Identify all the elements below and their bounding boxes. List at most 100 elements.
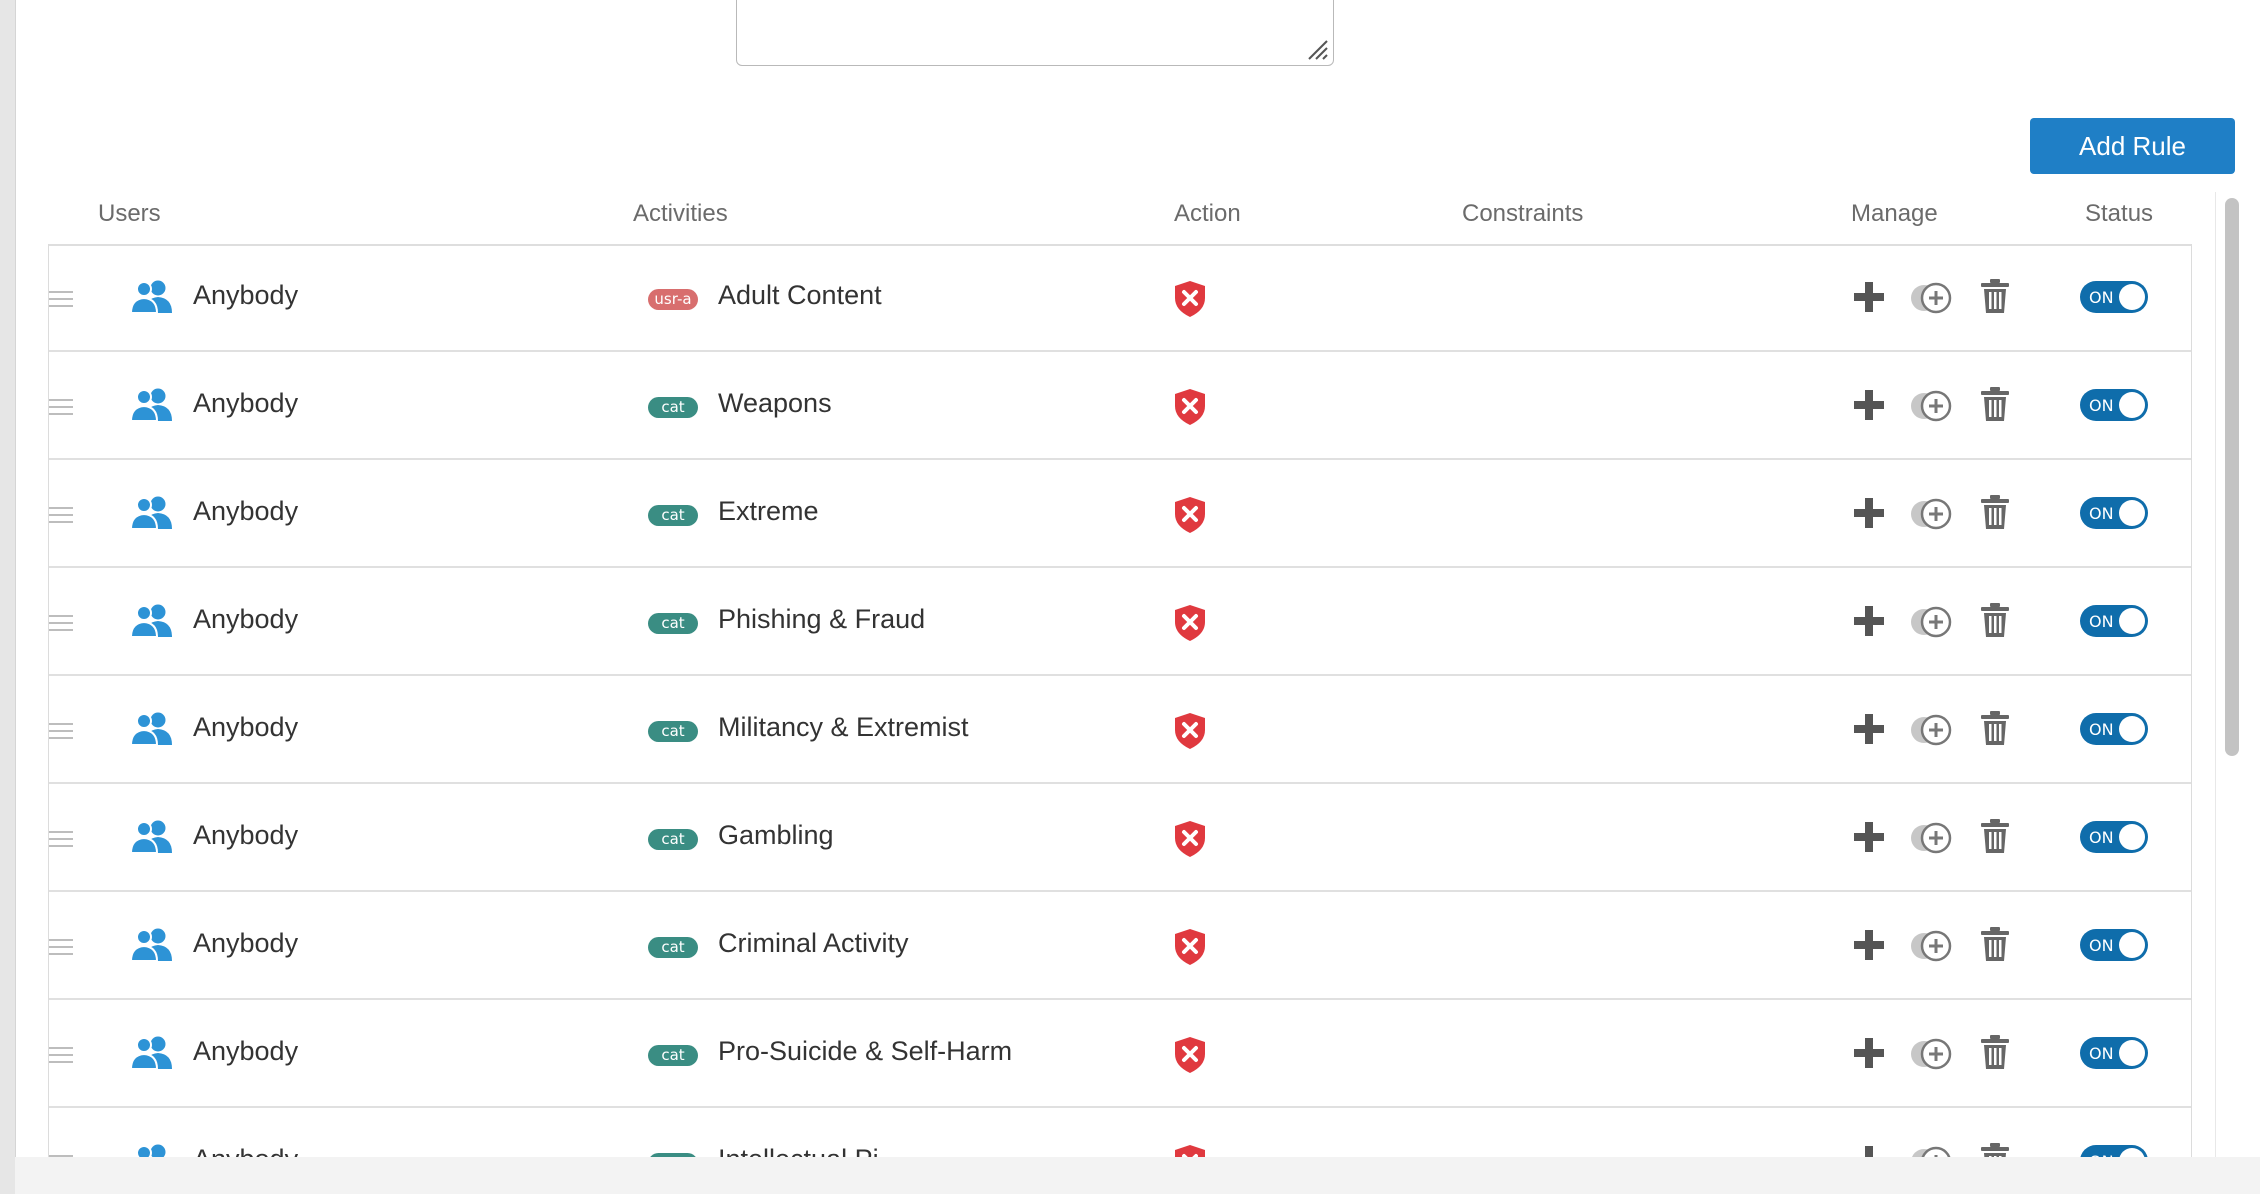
- column-header-constraints: Constraints: [1462, 200, 1584, 227]
- rule-row[interactable]: Anybody cat Criminal Activity ON: [49, 892, 2191, 1000]
- footer-strip: [15, 1157, 2260, 1194]
- status-toggle-label: ON: [2089, 612, 2114, 631]
- status-toggle[interactable]: ON: [2080, 497, 2148, 529]
- status-toggle-label: ON: [2089, 504, 2114, 523]
- activity-label[interactable]: Militancy & Extremist: [718, 712, 969, 743]
- activity-label[interactable]: Intellectual Pi: [718, 1144, 879, 1157]
- activity-type-badge: cat: [648, 613, 698, 634]
- plus-icon[interactable]: [1852, 496, 1886, 530]
- add-circle-icon[interactable]: [1909, 389, 1953, 423]
- user-label[interactable]: Anybody: [193, 604, 298, 635]
- toggle-knob: [2119, 932, 2145, 958]
- activity-label[interactable]: Criminal Activity: [718, 928, 909, 959]
- add-rule-button[interactable]: Add Rule: [2030, 118, 2235, 174]
- toggle-knob: [2119, 392, 2145, 418]
- status-toggle[interactable]: ON: [2080, 389, 2148, 421]
- status-toggle[interactable]: ON: [2080, 605, 2148, 637]
- user-label[interactable]: Anybody: [193, 928, 298, 959]
- plus-icon[interactable]: [1852, 1144, 1886, 1157]
- status-toggle[interactable]: ON: [2080, 1037, 2148, 1069]
- status-toggle[interactable]: ON: [2080, 1145, 2148, 1157]
- drag-handle-icon[interactable]: [49, 290, 73, 308]
- activity-label[interactable]: Pro-Suicide & Self-Harm: [718, 1036, 1012, 1067]
- rule-row[interactable]: Anybody cat Militancy & Extremist ON: [49, 676, 2191, 784]
- status-toggle[interactable]: ON: [2080, 713, 2148, 745]
- add-circle-icon[interactable]: [1909, 929, 1953, 963]
- drag-handle-icon[interactable]: [49, 614, 73, 632]
- block-shield-icon[interactable]: [1173, 496, 1207, 534]
- rule-row[interactable]: Anybody cat Extreme ON: [49, 460, 2191, 568]
- activity-label[interactable]: Adult Content: [718, 280, 882, 311]
- user-label[interactable]: Anybody: [193, 496, 298, 527]
- rule-row[interactable]: Anybody cat Weapons ON: [49, 352, 2191, 460]
- trash-icon[interactable]: [1980, 818, 2010, 854]
- users-group-icon: [131, 820, 172, 853]
- add-circle-icon[interactable]: [1909, 605, 1953, 639]
- trash-icon[interactable]: [1980, 386, 2010, 422]
- drag-handle-icon[interactable]: [49, 1046, 73, 1064]
- users-group-icon: [131, 928, 172, 961]
- plus-icon[interactable]: [1852, 820, 1886, 854]
- rule-row[interactable]: Anybody cat Intellectual Pi ON: [49, 1108, 2191, 1157]
- users-group-icon: [136, 1144, 166, 1157]
- activity-label[interactable]: Gambling: [718, 820, 834, 851]
- block-shield-icon[interactable]: [1173, 712, 1207, 750]
- plus-icon[interactable]: [1852, 712, 1886, 746]
- rule-row[interactable]: Anybody usr-a Adult Content ON: [49, 244, 2191, 352]
- user-label[interactable]: Anybody: [193, 280, 298, 311]
- block-shield-icon[interactable]: [1173, 1144, 1207, 1157]
- user-label[interactable]: Anybody: [193, 1144, 298, 1157]
- trash-icon[interactable]: [1980, 278, 2010, 314]
- drag-handle-icon[interactable]: [49, 830, 73, 848]
- drag-handle-icon[interactable]: [49, 398, 73, 416]
- trash-icon[interactable]: [1980, 926, 2010, 962]
- user-label[interactable]: Anybody: [193, 1036, 298, 1067]
- status-toggle-label: ON: [2089, 288, 2114, 307]
- trash-icon[interactable]: [1980, 1034, 2010, 1070]
- trash-icon[interactable]: [1980, 1142, 2010, 1157]
- plus-icon[interactable]: [1852, 388, 1886, 422]
- add-circle-icon[interactable]: [1909, 281, 1953, 315]
- add-circle-icon[interactable]: [1909, 713, 1953, 747]
- activity-type-badge: usr-a: [648, 289, 698, 310]
- activity-label[interactable]: Extreme: [718, 496, 819, 527]
- add-circle-icon[interactable]: [1909, 821, 1953, 855]
- status-toggle[interactable]: ON: [2080, 281, 2148, 313]
- status-toggle[interactable]: ON: [2080, 821, 2148, 853]
- activity-label[interactable]: Phishing & Fraud: [718, 604, 925, 635]
- activity-type-badge: cat: [648, 1045, 698, 1066]
- user-label[interactable]: Anybody: [193, 820, 298, 851]
- block-shield-icon[interactable]: [1173, 1036, 1207, 1074]
- toggle-knob: [2119, 1148, 2145, 1157]
- add-circle-icon[interactable]: [1909, 1037, 1953, 1071]
- description-textarea[interactable]: [736, 0, 1334, 66]
- rule-row[interactable]: Anybody cat Gambling ON: [49, 784, 2191, 892]
- add-circle-icon[interactable]: [1909, 1145, 1953, 1157]
- rule-row[interactable]: Anybody cat Phishing & Fraud ON: [49, 568, 2191, 676]
- block-shield-icon[interactable]: [1173, 928, 1207, 966]
- plus-icon[interactable]: [1852, 280, 1886, 314]
- add-circle-icon[interactable]: [1909, 497, 1953, 531]
- activity-label[interactable]: Weapons: [718, 388, 832, 419]
- drag-handle-icon[interactable]: [49, 506, 73, 524]
- user-label[interactable]: Anybody: [193, 712, 298, 743]
- rule-row[interactable]: Anybody cat Pro-Suicide & Self-Harm ON: [49, 1000, 2191, 1108]
- drag-handle-icon[interactable]: [49, 938, 73, 956]
- block-shield-icon[interactable]: [1173, 820, 1207, 858]
- scrollbar[interactable]: [2215, 192, 2246, 1157]
- rules-table-header: Users Activities Action Constraints Mana…: [48, 190, 2192, 246]
- trash-icon[interactable]: [1980, 710, 2010, 746]
- status-toggle[interactable]: ON: [2080, 929, 2148, 961]
- plus-icon[interactable]: [1852, 928, 1886, 962]
- plus-icon[interactable]: [1852, 1036, 1886, 1070]
- trash-icon[interactable]: [1980, 602, 2010, 638]
- block-shield-icon[interactable]: [1173, 388, 1207, 426]
- user-label[interactable]: Anybody: [193, 388, 298, 419]
- block-shield-icon[interactable]: [1173, 280, 1207, 318]
- trash-icon[interactable]: [1980, 494, 2010, 530]
- plus-icon[interactable]: [1852, 604, 1886, 638]
- drag-handle-icon[interactable]: [49, 722, 73, 740]
- resize-grip-icon[interactable]: [1303, 35, 1329, 61]
- scrollbar-thumb[interactable]: [2225, 198, 2239, 756]
- block-shield-icon[interactable]: [1173, 604, 1207, 642]
